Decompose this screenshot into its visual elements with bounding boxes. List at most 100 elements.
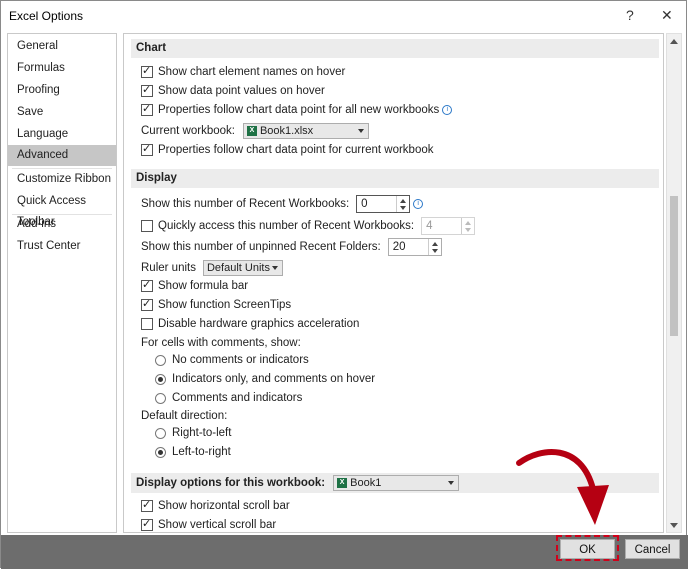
excel-file-icon: X — [337, 478, 348, 488]
radio-right-to-left[interactable]: Right-to-left — [155, 427, 231, 439]
quick-access-label: Quickly access this number of Recent Wor… — [158, 220, 415, 232]
stepper-arrows[interactable] — [461, 218, 474, 234]
chevron-down-icon — [357, 129, 364, 133]
close-button[interactable]: ✕ — [661, 7, 673, 24]
checkbox[interactable] — [141, 498, 153, 512]
excel-file-icon: X — [246, 126, 257, 136]
ruler-units-row: Ruler units Default Units — [141, 260, 283, 276]
sidebar-item-general[interactable]: General — [8, 36, 116, 57]
vertical-scrollbar[interactable] — [666, 33, 682, 533]
radio-no-comments[interactable]: No comments or indicators — [155, 354, 309, 366]
chevron-down-icon — [448, 481, 455, 485]
option-label: Disable hardware graphics acceleration — [158, 318, 360, 330]
option-show-vertical-scroll[interactable]: Show vertical scroll bar — [141, 517, 277, 531]
current-workbook-label: Current workbook: — [141, 125, 235, 137]
workbook-dropdown[interactable]: X Book1 — [333, 475, 460, 491]
cancel-button[interactable]: Cancel — [625, 539, 680, 559]
option-label: Show horizontal scroll bar — [158, 500, 290, 512]
section-header-chart: Chart — [131, 39, 659, 58]
radio-button[interactable] — [155, 446, 166, 458]
sidebar-item-formulas[interactable]: Formulas — [8, 58, 116, 79]
checkbox[interactable] — [141, 297, 153, 311]
current-workbook-row: Current workbook: X Book1.xlsx — [141, 123, 369, 139]
option-label: Show chart element names on hover — [158, 66, 346, 78]
scroll-up-icon[interactable] — [670, 39, 678, 44]
dialog-title: Excel Options — [9, 9, 84, 23]
help-button[interactable]: ? — [626, 7, 634, 23]
checkbox[interactable] — [141, 64, 153, 78]
option-label: Properties follow chart data point for c… — [158, 144, 434, 156]
annotation-arrow — [516, 449, 609, 525]
workbook-value: Book1 — [350, 476, 382, 489]
option-disable-hw-accel[interactable]: Disable hardware graphics acceleration — [141, 318, 359, 330]
stepper-arrows[interactable] — [396, 196, 409, 212]
quick-access-stepper[interactable]: 4 — [421, 217, 476, 235]
option-show-horizontal-scroll[interactable]: Show horizontal scroll bar — [141, 498, 290, 512]
radio-button[interactable] — [155, 392, 166, 404]
stepper-value: 4 — [426, 220, 433, 232]
sidebar-item-advanced[interactable]: Advanced — [8, 145, 116, 166]
chevron-down-icon — [271, 266, 278, 270]
arrow-shaft — [516, 449, 596, 492]
unpinned-folders-row: Show this number of unpinned Recent Fold… — [141, 238, 442, 256]
section-header-text: Display options for this workbook: — [136, 476, 326, 489]
sidebar-item-customize-ribbon[interactable]: Customize Ribbon — [8, 169, 116, 190]
option-label: No comments or indicators — [172, 354, 309, 366]
option-show-chart-element-names[interactable]: Show chart element names on hover — [141, 64, 346, 78]
sidebar-item-save[interactable]: Save — [8, 102, 116, 123]
recent-workbooks-label: Show this number of Recent Workbooks: — [141, 198, 350, 210]
sidebar-item-trust-center[interactable]: Trust Center — [8, 236, 116, 257]
option-show-screentips[interactable]: Show function ScreenTips — [141, 297, 292, 311]
scroll-thumb[interactable] — [670, 196, 678, 336]
checkbox[interactable] — [141, 278, 153, 292]
option-label: Left-to-right — [172, 446, 231, 458]
checkbox[interactable] — [141, 102, 153, 116]
scroll-down-icon[interactable] — [670, 523, 678, 528]
option-label: Right-to-left — [172, 427, 232, 439]
recent-workbooks-row: Show this number of Recent Workbooks: 0 … — [141, 195, 424, 213]
option-properties-follow-all[interactable]: Properties follow chart data point for a… — [141, 102, 453, 116]
info-icon: i — [442, 105, 453, 115]
ruler-units-label: Ruler units — [141, 262, 196, 274]
option-label: Indicators only, and comments on hover — [172, 373, 376, 385]
quick-access-row: Quickly access this number of Recent Wor… — [141, 217, 476, 235]
current-workbook-value: Book1.xlsx — [259, 125, 314, 137]
option-properties-follow-current[interactable]: Properties follow chart data point for c… — [141, 142, 434, 156]
radio-button[interactable] — [155, 373, 166, 385]
checkbox[interactable] — [141, 220, 153, 232]
option-show-data-point-values[interactable]: Show data point values on hover — [141, 83, 325, 97]
radio-left-to-right[interactable]: Left-to-right — [155, 446, 231, 458]
sidebar-item-proofing[interactable]: Proofing — [8, 80, 116, 101]
checkbox[interactable] — [141, 142, 153, 156]
ruler-units-value: Default Units — [206, 262, 270, 274]
radio-button[interactable] — [155, 427, 166, 439]
checkbox[interactable] — [141, 517, 153, 531]
option-label: Show vertical scroll bar — [158, 519, 277, 531]
ruler-units-dropdown[interactable]: Default Units — [202, 260, 283, 276]
radio-indicators-only[interactable]: Indicators only, and comments on hover — [155, 373, 375, 385]
option-label: Properties follow chart data point for a… — [158, 104, 440, 116]
arrow-head — [577, 485, 609, 525]
stepper-value: 0 — [361, 198, 368, 210]
option-label: Show formula bar — [158, 280, 249, 292]
options-sidebar: General Formulas Proofing Save Language … — [7, 33, 117, 533]
recent-workbooks-stepper[interactable]: 0 — [356, 195, 411, 213]
stepper-arrows[interactable] — [427, 239, 441, 255]
option-label: Show function ScreenTips — [158, 299, 292, 311]
option-show-formula-bar[interactable]: Show formula bar — [141, 278, 249, 292]
comments-group-label: For cells with comments, show: — [141, 337, 301, 349]
radio-button[interactable] — [155, 354, 166, 366]
direction-group-label: Default direction: — [141, 410, 228, 422]
excel-options-dialog: Excel Options ? ✕ General Formulas Proof… — [0, 0, 688, 569]
checkbox[interactable] — [141, 318, 153, 330]
radio-comments-and-indicators[interactable]: Comments and indicators — [155, 392, 302, 404]
sidebar-item-language[interactable]: Language — [8, 124, 116, 145]
option-label: Comments and indicators — [172, 392, 303, 404]
checkbox[interactable] — [141, 83, 153, 97]
current-workbook-dropdown[interactable]: X Book1.xlsx — [242, 123, 369, 139]
unpinned-folders-stepper[interactable]: 20 — [387, 238, 442, 256]
sidebar-item-add-ins[interactable]: Add-ins — [8, 214, 116, 235]
section-header-display: Display — [131, 169, 659, 188]
stepper-value: 20 — [392, 241, 406, 253]
sidebar-item-quick-access-toolbar[interactable]: Quick Access Toolbar — [8, 191, 116, 228]
